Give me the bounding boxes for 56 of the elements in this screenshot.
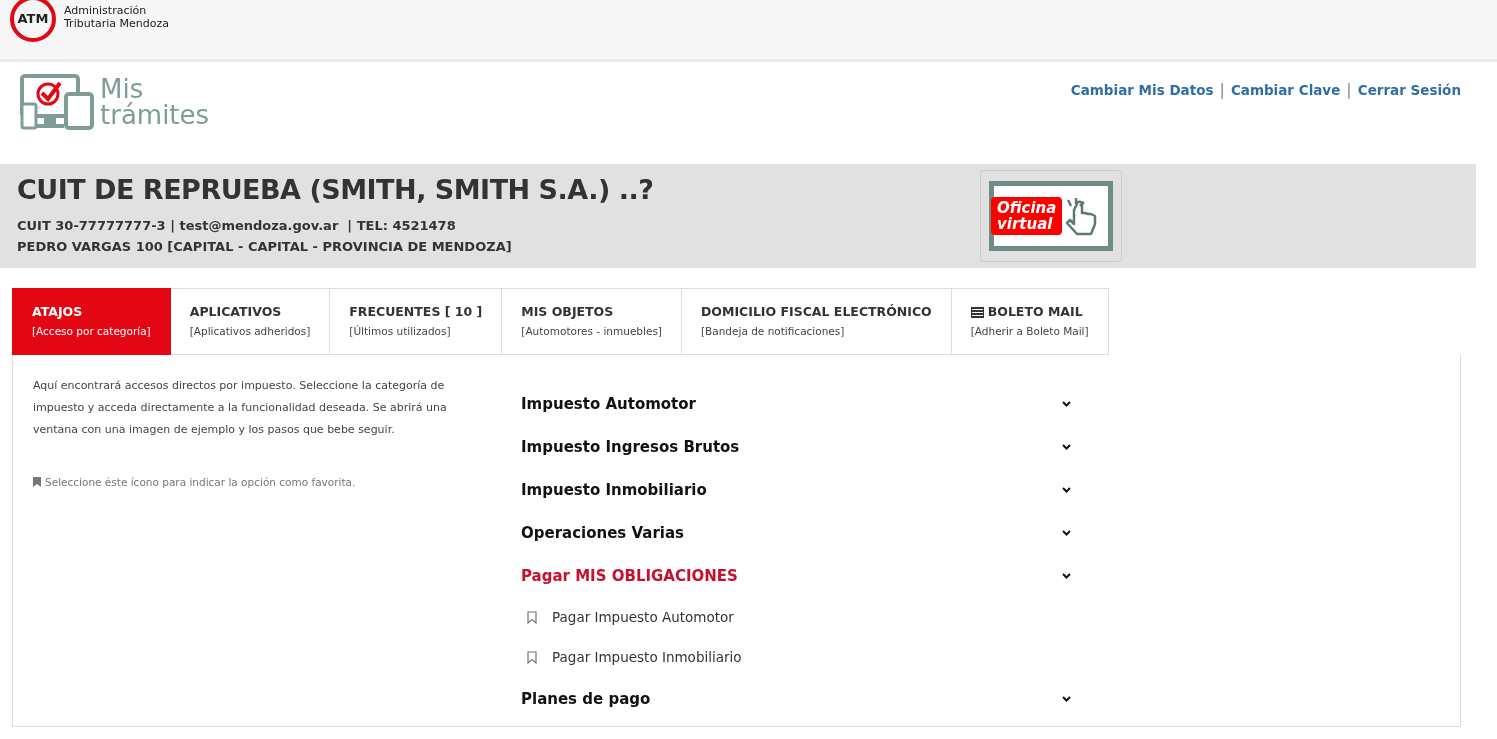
tab-title: ATAJOS <box>32 303 83 321</box>
atm-logo: ATM <box>10 0 56 42</box>
taxpayer-name: CUIT DE REPRUEBA (SMITH, SMITH S.A.) ..? <box>17 173 654 207</box>
intro-text: Aquí encontrará accesos directos por impuesto. Seleccione la categoría de impuesto y acceda directamente a la funcionalidad deseada. Se abrirá una ventana con una imagen de ejemplo y los pasos que bebe seguir. <box>33 377 448 438</box>
tab-title: DOMICILIO FISCAL ELECTRÓNICO <box>700 303 932 321</box>
tab[interactable]: MIS OBJETOS [Automotores - inmuebles] <box>502 288 682 355</box>
subcategory-link[interactable]: Pagar Impuesto Automotor <box>552 607 734 628</box>
tab-title: BOLETO MAIL <box>987 303 1083 321</box>
tab-subtitle: [Últimos utilizados] <box>349 323 452 339</box>
tab-subtitle: [Bandeja de notificaciones] <box>700 323 846 339</box>
category-item[interactable]: Impuesto Automotor <box>521 382 1073 426</box>
tab[interactable]: DOMICILIO FISCAL ELECTRÓNICO [Bandeja de notificaciones] <box>681 288 952 355</box>
tab[interactable]: FRECUENTES [ 10 ] [Últimos utilizados] <box>330 288 503 355</box>
app-logo-text: Mis <box>100 76 144 102</box>
bookmark-icon <box>33 477 41 488</box>
tab-subtitle: [Adherir a Boleto Mail] <box>970 323 1089 339</box>
taxpayer-address: PEDRO VARGAS 100 [CAPITAL - CAPITAL - PROVINCIA DE MENDOZA] <box>17 237 513 256</box>
pointing-hand-icon <box>1064 196 1099 236</box>
bookmark-icon[interactable] <box>527 651 537 664</box>
virtual-office-button[interactable]: Oficina virtual <box>980 170 1122 262</box>
agency-name-line: Administración <box>64 4 148 17</box>
chevron-down-icon <box>1062 487 1071 493</box>
account-link[interactable]: Cambiar Mis Datos <box>1070 82 1214 98</box>
tab-subtitle: [Acceso por categoría] <box>32 323 151 339</box>
category-item[interactable]: Planes de pago <box>521 677 1073 721</box>
link-separator: | <box>1219 80 1225 99</box>
chevron-down-icon <box>1062 444 1071 450</box>
virtual-office-label: virtual <box>997 216 1054 232</box>
chevron-down-icon <box>1062 530 1071 536</box>
link-separator: | <box>1346 80 1352 99</box>
app-logo-text: trámites <box>100 102 210 128</box>
account-link[interactable]: Cambiar Clave <box>1230 82 1341 98</box>
tab[interactable]: ATAJOS [Acceso por categoría] <box>12 288 171 355</box>
category-item[interactable]: Impuesto Ingresos Brutos <box>521 425 1073 469</box>
category-item[interactable]: Impuesto Inmobiliario <box>521 468 1073 512</box>
tab-title: FRECUENTES [ 10 ] <box>349 303 483 321</box>
list-icon <box>970 306 984 318</box>
category-item[interactable]: Pagar MIS OBLIGACIONES <box>521 554 1073 598</box>
chevron-down-icon <box>1062 696 1071 702</box>
bookmark-icon[interactable] <box>527 611 537 624</box>
tab[interactable]: BOLETO MAIL [Adherir a Boleto Mail] <box>951 288 1109 355</box>
tab-subtitle: [Automotores - inmuebles] <box>521 323 662 339</box>
subcategory-link[interactable]: Pagar Impuesto Inmobiliario <box>552 647 742 668</box>
tab-subtitle: [Aplicativos adheridos] <box>189 323 311 339</box>
devices-check-icon <box>20 74 96 130</box>
favorite-hint: Seleccione éste ícono para indicar la opción como favorita. <box>45 474 356 490</box>
virtual-office-label: Oficina <box>997 200 1057 216</box>
agency-name-line: Tributaria Mendoza <box>64 17 169 30</box>
tab[interactable]: APLICATIVOS [Aplicativos adheridos] <box>170 288 331 355</box>
account-link[interactable]: Cerrar Sesión <box>1357 82 1461 98</box>
chevron-down-icon <box>1062 573 1071 579</box>
tab-title: APLICATIVOS <box>189 303 282 321</box>
chevron-down-icon <box>1062 401 1071 407</box>
category-item[interactable]: Operaciones Varias <box>521 511 1073 555</box>
tab-title: MIS OBJETOS <box>521 303 614 321</box>
taxpayer-details: CUIT 30-77777777-3 | test@mendoza.gov.ar | TEL: 4521478 <box>17 216 457 235</box>
